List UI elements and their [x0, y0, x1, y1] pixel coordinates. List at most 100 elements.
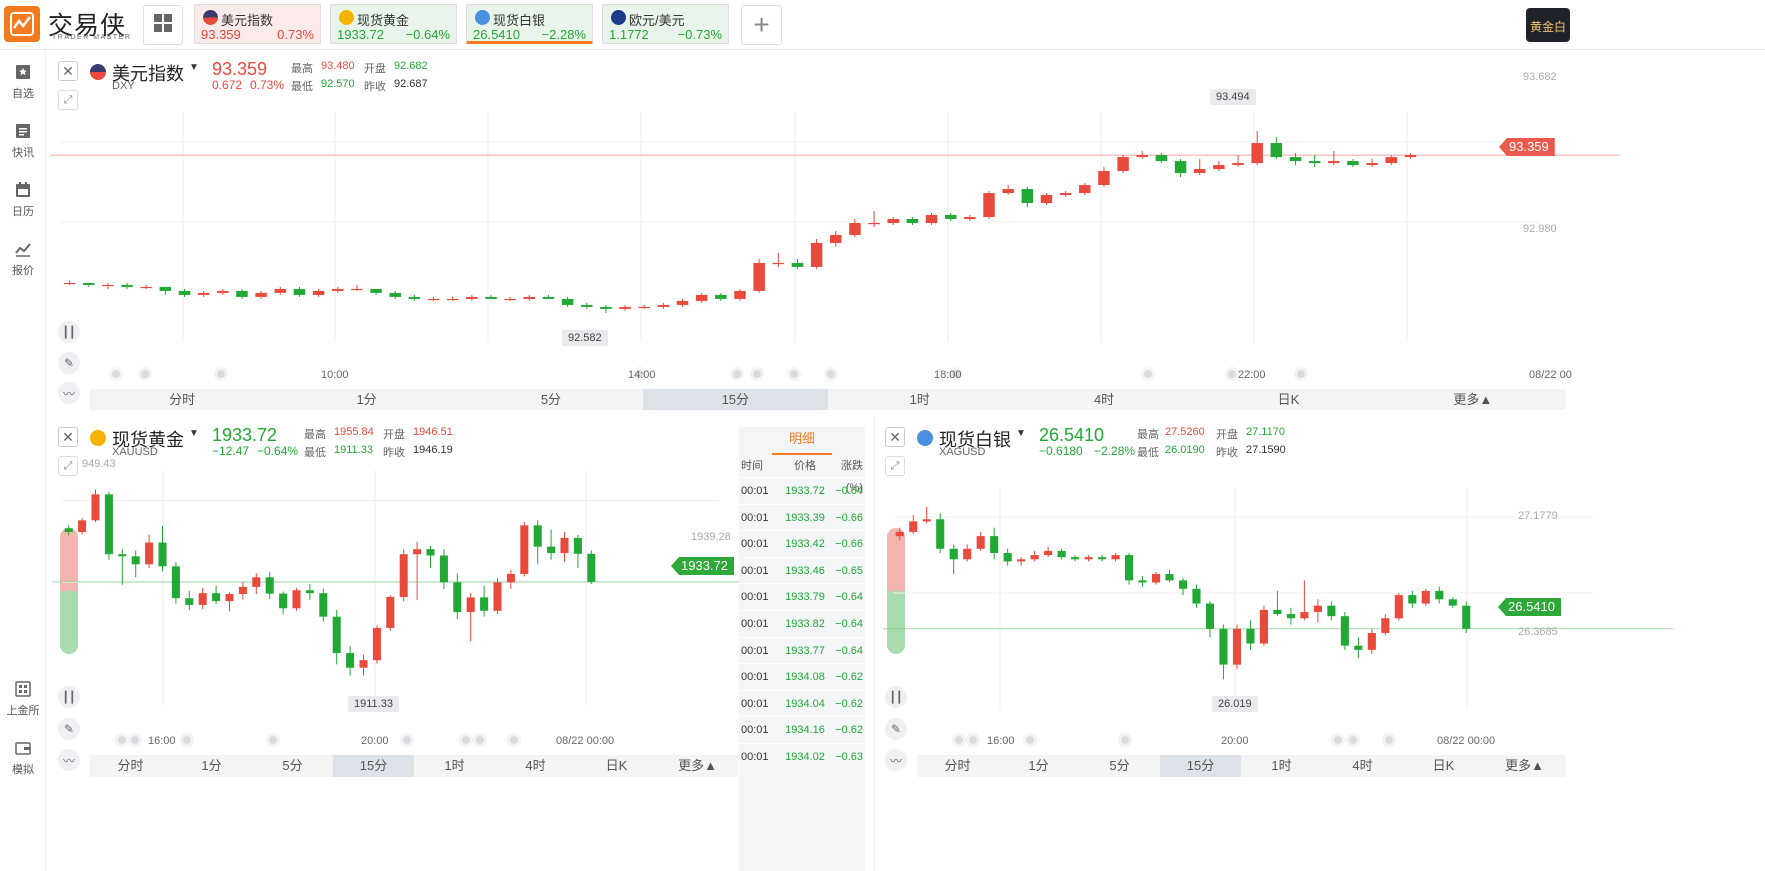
- tab-detail[interactable]: 明细: [772, 427, 832, 455]
- sidebar-item-calendar[interactable]: 日历: [0, 181, 46, 219]
- app-logo[interactable]: [4, 6, 40, 42]
- tab-timeframe-1h[interactable]: 1时: [828, 389, 1012, 410]
- event-marker-icon[interactable]: [138, 367, 152, 381]
- dxy-candlestick-chart[interactable]: [48, 52, 1765, 392]
- candle: [102, 282, 114, 289]
- event-marker-icon[interactable]: [128, 733, 142, 747]
- detail-change: −0.64: [835, 644, 863, 657]
- ticker-tile-gold[interactable]: 现货黄金 1933.72 −0.64%: [330, 4, 457, 44]
- event-marker-icon[interactable]: [1023, 733, 1037, 747]
- tab-timeframe-15m[interactable]: 15分: [643, 389, 828, 410]
- tab-timeframe-1m[interactable]: 1分: [274, 389, 458, 410]
- tab-timeframe-4h[interactable]: 4时: [495, 755, 576, 777]
- tab-timeframe-tick[interactable]: 分时: [90, 755, 171, 777]
- indicator-button[interactable]: 〰: [58, 749, 80, 771]
- ticker-tile-eurusd[interactable]: 欧元/美元 1.1772 −0.73%: [602, 4, 729, 44]
- gold-silver-badge[interactable]: 黄金白: [1526, 8, 1570, 42]
- candle-style-button[interactable]: ┃┃: [885, 686, 907, 708]
- event-marker-icon[interactable]: [787, 367, 801, 381]
- candle: [1421, 588, 1430, 606]
- event-marker-icon[interactable]: [1331, 733, 1345, 747]
- sidebar-item-watchlist[interactable]: 自选: [0, 63, 46, 101]
- news-icon: [16, 124, 30, 138]
- tab-timeframe-5m[interactable]: 5分: [459, 389, 643, 410]
- silver-candlestick-chart[interactable]: [875, 418, 1765, 738]
- candle-body: [292, 590, 301, 609]
- sidebar-item-quotes[interactable]: 报价: [0, 240, 46, 278]
- event-marker-icon[interactable]: [952, 733, 966, 747]
- candle-body: [542, 296, 555, 299]
- candle-style-button[interactable]: ┃┃: [58, 686, 80, 708]
- event-marker-icon[interactable]: [473, 733, 487, 747]
- candle-body: [523, 296, 536, 299]
- tab-timeframe-1m[interactable]: 1分: [998, 755, 1079, 777]
- gold-candlestick-chart[interactable]: [48, 418, 739, 738]
- candle-body: [949, 548, 958, 560]
- tab-timeframe-4h[interactable]: 4时: [1322, 755, 1403, 777]
- event-marker-icon[interactable]: [180, 733, 194, 747]
- candle-body: [399, 554, 408, 597]
- tab-timeframe-more[interactable]: 更多▲: [1381, 389, 1565, 410]
- event-marker-icon[interactable]: [966, 733, 980, 747]
- tab-timeframe-1m[interactable]: 1分: [171, 755, 252, 777]
- candle: [480, 585, 489, 617]
- tab-timeframe-more[interactable]: 更多▲: [657, 755, 738, 777]
- ticker-tile-silver[interactable]: 现货白银 26.5410 −2.28%: [466, 4, 593, 44]
- event-marker-icon[interactable]: [750, 367, 764, 381]
- tab-timeframe-day[interactable]: 日K: [576, 755, 657, 777]
- candle-body: [91, 494, 100, 521]
- tab-timeframe-day[interactable]: 日K: [1403, 755, 1484, 777]
- candle-body: [197, 292, 210, 295]
- tab-timeframe-15m[interactable]: 15分: [333, 755, 414, 777]
- candle: [372, 625, 381, 664]
- event-marker-icon[interactable]: [1294, 367, 1308, 381]
- event-marker-icon[interactable]: [824, 367, 838, 381]
- sidebar-item-news[interactable]: 快讯: [0, 122, 46, 160]
- sidebar-item-simulate[interactable]: 模拟: [0, 739, 46, 777]
- tab-timeframe-15m[interactable]: 15分: [1160, 755, 1241, 777]
- tab-timeframe-day[interactable]: 日K: [1196, 389, 1380, 410]
- tab-timeframe-more[interactable]: 更多▲: [1484, 755, 1565, 777]
- draw-tool-button[interactable]: ✎: [58, 352, 80, 374]
- candle: [949, 544, 958, 575]
- ticker-tile-dxy[interactable]: 美元指数 93.359 0.73%: [194, 4, 321, 44]
- event-marker-icon[interactable]: [109, 367, 123, 381]
- candle: [1232, 624, 1241, 669]
- layout-grid-button[interactable]: [143, 5, 183, 45]
- candle: [1435, 586, 1444, 604]
- event-marker-icon[interactable]: [214, 367, 228, 381]
- add-ticker-button[interactable]: +: [741, 5, 782, 45]
- event-marker-icon[interactable]: [1346, 733, 1360, 747]
- event-marker-icon[interactable]: [1118, 733, 1132, 747]
- candlestick-icon: ┃┃: [62, 691, 76, 704]
- event-marker-icon[interactable]: [1141, 367, 1155, 381]
- indicator-button[interactable]: 〰: [885, 749, 907, 771]
- event-marker-icon[interactable]: [507, 733, 521, 747]
- x-axis-label: 18:00: [934, 369, 962, 381]
- indicator-button[interactable]: 〰: [58, 382, 80, 404]
- draw-tool-button[interactable]: ✎: [58, 718, 80, 740]
- detail-list[interactable]: 00:01 1933.72 −0.64 00:01 1933.39 −0.66 00:01 1…: [739, 477, 865, 770]
- candle-style-button[interactable]: ┃┃: [58, 321, 80, 343]
- event-marker-icon[interactable]: [730, 367, 744, 381]
- tab-timeframe-5m[interactable]: 5分: [1079, 755, 1160, 777]
- tab-timeframe-4h[interactable]: 4时: [1012, 389, 1196, 410]
- draw-tool-button[interactable]: ✎: [885, 718, 907, 740]
- candle: [145, 534, 154, 569]
- candle-body: [480, 597, 489, 611]
- event-marker-icon[interactable]: [266, 733, 280, 747]
- event-marker-icon[interactable]: [459, 733, 473, 747]
- event-marker-icon[interactable]: [1225, 367, 1239, 381]
- candle-body: [305, 590, 314, 594]
- tab-timeframe-5m[interactable]: 5分: [252, 755, 333, 777]
- event-marker-icon[interactable]: [400, 733, 414, 747]
- tab-timeframe-tick[interactable]: 分时: [90, 389, 274, 410]
- tab-timeframe-1h[interactable]: 1时: [414, 755, 495, 777]
- detail-price: 1934.04: [785, 697, 825, 710]
- tab-timeframe-tick[interactable]: 分时: [917, 755, 998, 777]
- tab-timeframe-1h[interactable]: 1时: [1241, 755, 1322, 777]
- last-price-tag: 93.359: [1499, 138, 1555, 156]
- event-marker-icon[interactable]: [115, 733, 129, 747]
- event-marker-icon[interactable]: [1382, 733, 1396, 747]
- sidebar-item-sge[interactable]: 上金所: [0, 680, 46, 718]
